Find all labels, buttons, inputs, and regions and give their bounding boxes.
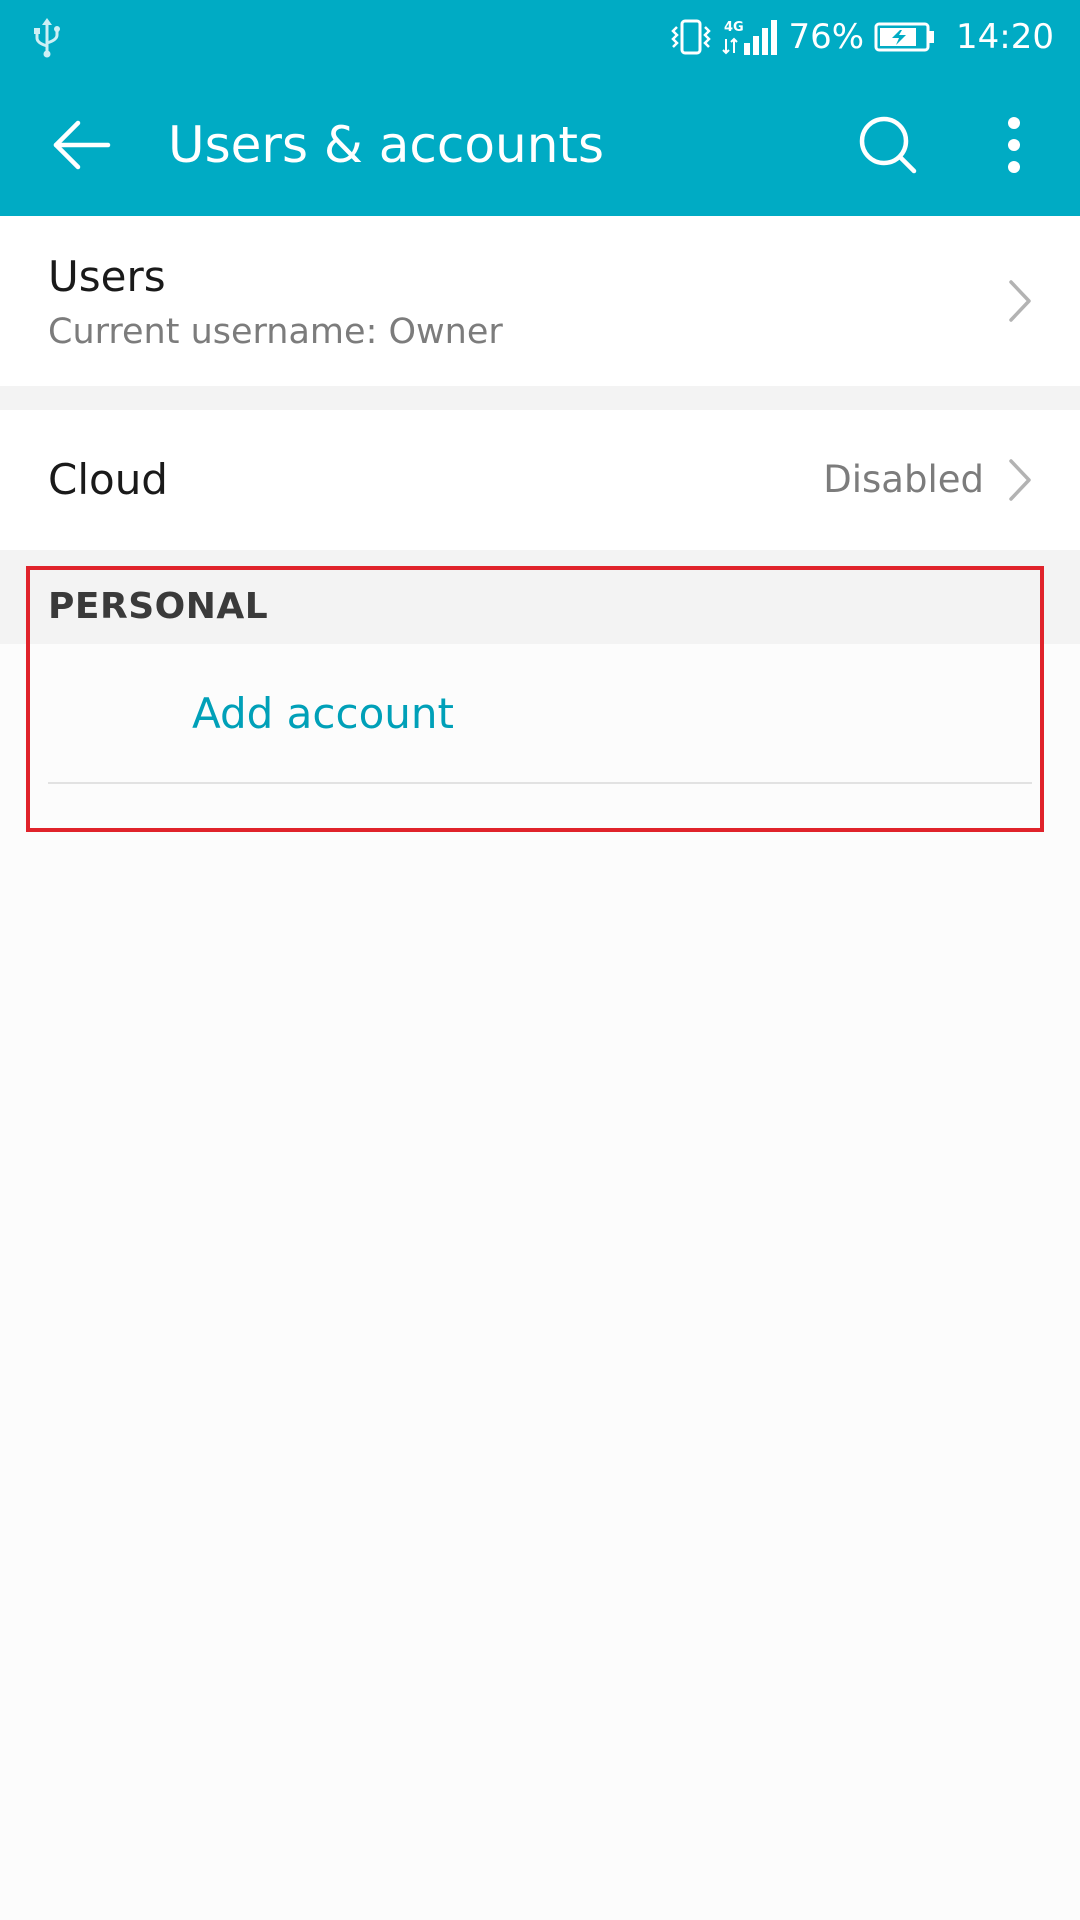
more-options-button[interactable] [982, 109, 1046, 181]
search-button[interactable] [848, 109, 928, 181]
users-setting-row[interactable]: Users Current username: Owner [0, 216, 1080, 386]
more-vert-icon [1008, 117, 1020, 173]
back-arrow-icon [53, 120, 111, 170]
section-spacer [0, 550, 1080, 570]
users-subtitle: Current username: Owner [48, 312, 503, 352]
chevron-right-icon [1009, 280, 1031, 322]
cloud-status-value: Disabled [823, 458, 984, 501]
users-title: Users [48, 252, 166, 301]
back-button[interactable] [46, 109, 118, 181]
status-bar: 4G 76% 14:20 [0, 0, 1080, 74]
add-account-button[interactable]: Add account [192, 644, 454, 784]
status-right: 4G 76% 14:20 [668, 14, 1054, 60]
clock: 14:20 [956, 17, 1054, 57]
section-spacer [0, 386, 1080, 410]
search-icon [859, 116, 917, 174]
vibrate-icon [671, 19, 712, 55]
add-account-row[interactable]: Add account [0, 644, 1080, 784]
app-toolbar: Users & accounts [0, 74, 1080, 216]
chevron-right-icon [1009, 459, 1031, 501]
cloud-title: Cloud [48, 455, 168, 504]
battery-charging-icon [874, 22, 935, 52]
divider [48, 782, 1032, 784]
personal-section-label: PERSONAL [48, 586, 269, 627]
page-title: Users & accounts [168, 116, 605, 174]
network-type-label: 4G [724, 20, 744, 35]
cloud-setting-row[interactable]: Cloud Disabled [0, 410, 1080, 550]
personal-section-header: PERSONAL [0, 570, 1080, 644]
usb-icon [34, 18, 60, 58]
signal-icon: 4G [722, 20, 778, 55]
battery-percent: 76% [788, 17, 865, 57]
